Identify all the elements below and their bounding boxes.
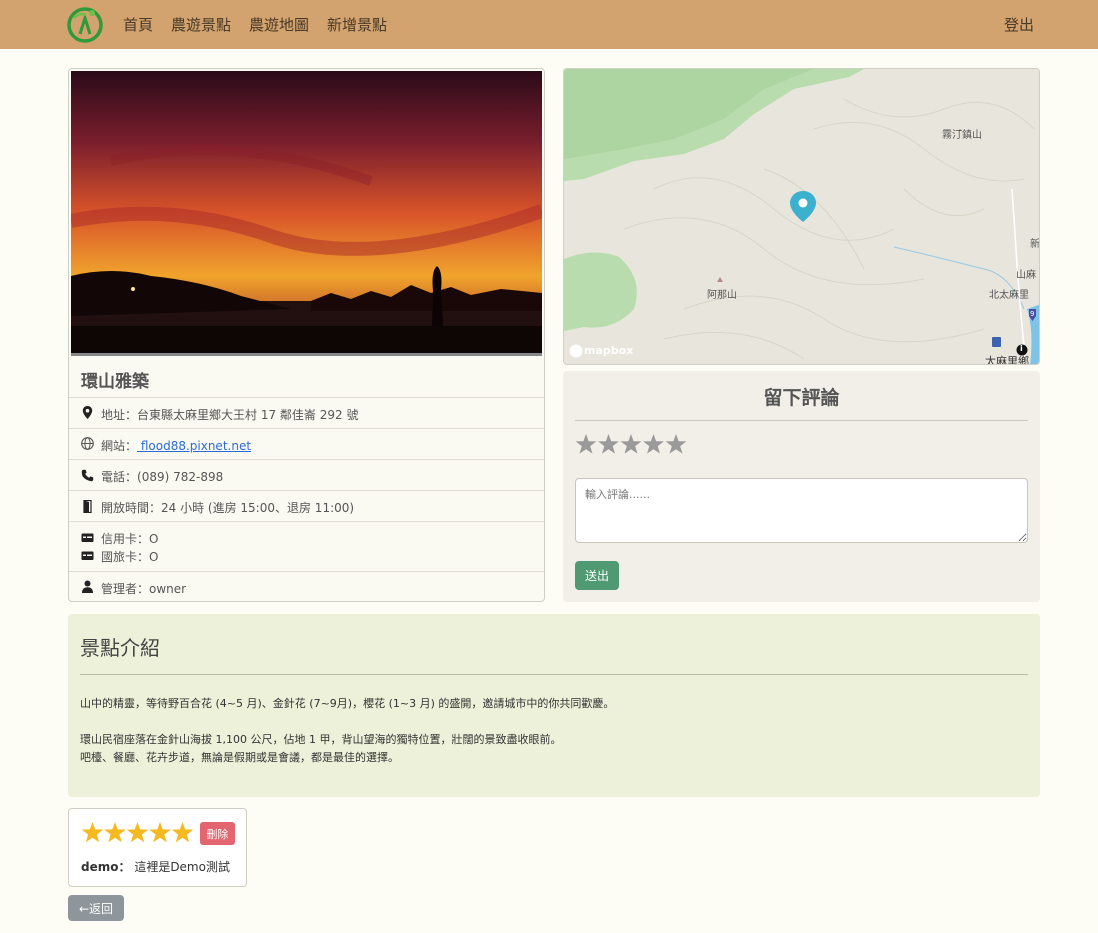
site-logo[interactable] (66, 4, 104, 44)
comment-body: 這裡是Demo測試 (134, 860, 230, 874)
intro-title: 景點介紹 (80, 636, 160, 660)
logout-link[interactable]: 登出 (1004, 14, 1034, 35)
user-icon (82, 580, 93, 593)
hours-label: 開放時間： (101, 501, 162, 515)
map-pin-icon (82, 406, 93, 419)
hours-value: 24 小時 (進房 15:00、退房 11:00) (161, 501, 355, 515)
divider (575, 420, 1028, 421)
door-open-icon (83, 500, 92, 513)
hours-row: 開放時間：24 小時 (進房 15:00、退房 11:00) (69, 490, 544, 521)
submit-review-button[interactable]: 送出 (575, 561, 619, 590)
intro-paragraph-1: 山中的精靈，等待野百合花 (4~5 月)、金針花 (7~9月)，櫻花 (1~3 … (80, 697, 615, 710)
rating-input[interactable] (575, 433, 690, 461)
credit-card-label: 信用卡： (101, 532, 150, 546)
review-form-title: 留下評論 (763, 387, 840, 409)
navbar: 首頁 農遊景點 農遊地圖 新增景點 登出 (0, 0, 1098, 49)
divider (80, 674, 1028, 675)
map-label-anashan: 阿那山 (707, 290, 737, 301)
nav-home[interactable]: 首頁 (123, 14, 153, 35)
spot-intro: 景點介紹 山中的精靈，等待野百合花 (4~5 月)、金針花 (7~9月)，櫻花 … (68, 614, 1040, 797)
nav-map[interactable]: 農遊地圖 (249, 14, 309, 35)
comment-rating (81, 821, 195, 849)
rating-stars-empty[interactable] (575, 433, 690, 457)
comment-text: demo： 這裡是Demo測試 (81, 858, 230, 875)
nav-spots[interactable]: 農遊景點 (171, 14, 231, 35)
manager-row: 管理者：owner (69, 571, 544, 601)
review-form: 留下評論 送出 (563, 371, 1040, 602)
map-label-taimali: 太麻里鄉 (985, 355, 1029, 365)
spot-info-card: 環山雅築 地址：台東縣太麻里鄉大王村 17 鄰佳崙 292 號 網站： floo… (68, 68, 545, 602)
map-label-mountain-north: 霧汀鎮山 (942, 130, 982, 141)
phone-row: 電話：(089) 782-898 (69, 459, 544, 490)
back-button[interactable]: ←返回 (68, 895, 124, 921)
comment-user: demo： (81, 860, 131, 874)
comment-card: 刪除 demo： 這裡是Demo測試 (68, 808, 247, 887)
intro-paragraph-3: 吧檯、餐廳、花卉步道，無論是假期或是會議，都是最佳的選擇。 (80, 751, 399, 764)
map-info-icon[interactable]: i (1020, 344, 1023, 353)
review-textarea[interactable] (575, 478, 1028, 543)
star-icon (81, 822, 194, 843)
website-label: 網站： (101, 439, 138, 453)
manager-value: owner (149, 582, 187, 596)
spot-photo (71, 71, 542, 356)
mapbox-attribution[interactable]: mapbox (584, 344, 633, 357)
star-icon (575, 434, 687, 454)
map-label-new: 新 (1030, 239, 1040, 250)
credit-card-value: O (149, 532, 159, 546)
address-label: 地址： (101, 408, 138, 422)
phone-icon (81, 469, 94, 482)
globe-icon (81, 437, 94, 450)
intro-paragraph-2: 環山民宿座落在金針山海拔 1,100 公尺，佔地 1 甲，背山望海的獨特位置，壯… (80, 733, 562, 746)
website-link[interactable]: flood88.pixnet.net (137, 439, 251, 453)
travel-card-value: O (149, 550, 159, 564)
travel-card-label: 國旅卡： (101, 550, 150, 564)
map-label-shanma: 山麻 (1016, 270, 1036, 281)
manager-label: 管理者： (101, 582, 150, 596)
address-row: 地址：台東縣太麻里鄉大王村 17 鄰佳崙 292 號 (69, 397, 544, 428)
rating-stars-filled (81, 822, 194, 843)
map-label-north-taimali: 北太麻里 (989, 290, 1029, 301)
phone-label: 電話： (101, 470, 138, 484)
delete-comment-button[interactable]: 刪除 (200, 822, 235, 845)
map-terrain (564, 69, 1039, 364)
website-row: 網站： flood88.pixnet.net (69, 428, 544, 459)
credit-card-icon (81, 533, 94, 542)
spot-name: 環山雅築 (81, 372, 149, 392)
travel-card-icon (81, 551, 94, 560)
nav-add-spot[interactable]: 新增景點 (327, 14, 387, 35)
address-value: 台東縣太麻里鄉大王村 17 鄰佳崙 292 號 (137, 408, 359, 422)
phone-value: (089) 782-898 (137, 470, 224, 484)
location-map[interactable]: 霧汀鎮山 新 山麻 北太麻里 阿那山 太麻里鄉 mapbox 9 i (563, 68, 1040, 365)
route-badge: 9 (1030, 310, 1035, 318)
payment-row: 信用卡：O 國旅卡：O (69, 521, 544, 571)
